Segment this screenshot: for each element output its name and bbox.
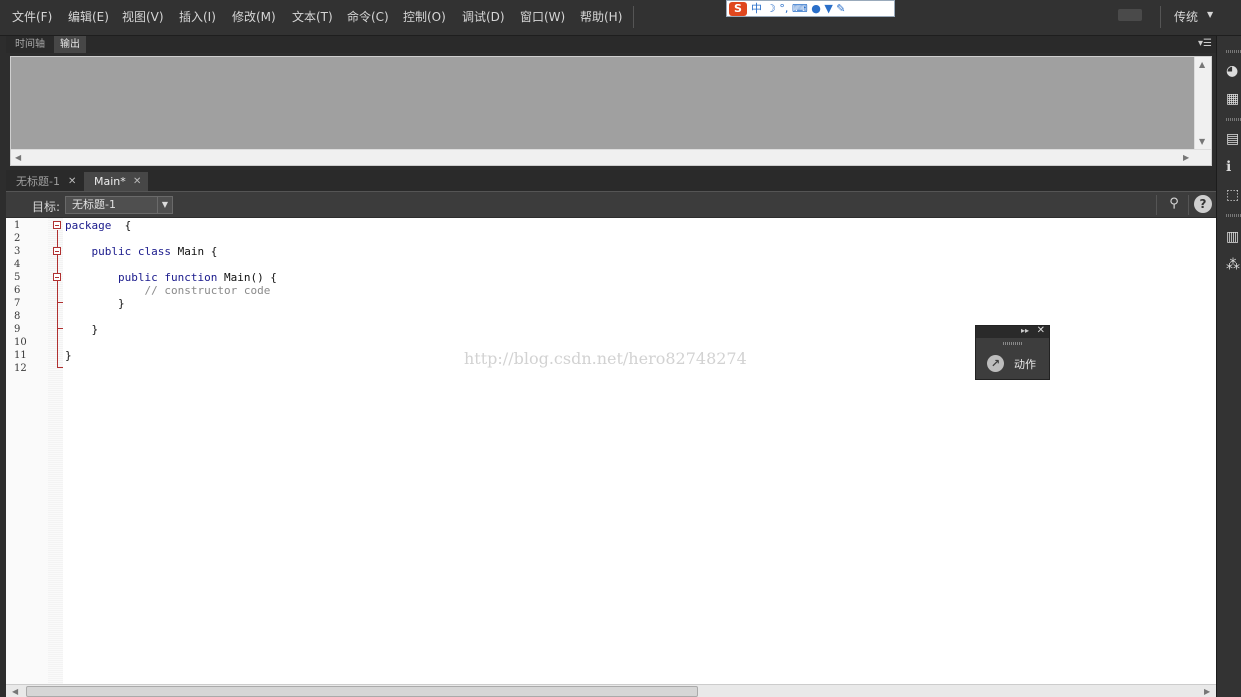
- help-icon[interactable]: ?: [1194, 195, 1212, 213]
- workspace-separator: [1160, 6, 1161, 28]
- target-value: 无标题-1: [72, 198, 116, 211]
- menu-window[interactable]: 窗口(W): [520, 8, 565, 25]
- fold-toggle-icon[interactable]: [53, 273, 61, 281]
- menu-file[interactable]: 文件(F): [12, 8, 52, 25]
- fold-end: [58, 302, 63, 303]
- scroll-left-icon[interactable]: ◀: [15, 153, 21, 162]
- output-vertical-scrollbar[interactable]: ▲ ▼: [1194, 57, 1211, 150]
- panel-grip[interactable]: [1226, 214, 1241, 217]
- scroll-up-icon[interactable]: ▲: [1199, 60, 1205, 69]
- scroll-left-icon[interactable]: ◀: [12, 687, 18, 696]
- scroll-right-icon[interactable]: ▶: [1204, 687, 1210, 696]
- fold-end: [57, 367, 63, 368]
- menu-bar: 文件(F) 编辑(E) 视图(V) 插入(I) 修改(M) 文本(T) 命令(C…: [0, 0, 1241, 36]
- line-number: 1: [14, 220, 21, 231]
- actions-button-label[interactable]: 动作: [1014, 356, 1036, 372]
- ime-logo-icon: S: [729, 1, 747, 16]
- code-editor[interactable]: 1 2 3 4 5 6 7 8 9 10 11 12 package { pub…: [6, 218, 1216, 684]
- fold-gutter: [48, 218, 63, 684]
- line-number: 11: [14, 350, 27, 361]
- expand-icon[interactable]: ▸▸: [1021, 326, 1029, 335]
- menu-view[interactable]: 视图(V): [122, 8, 164, 25]
- line-number: 9: [14, 324, 21, 335]
- tab-label: Main*: [94, 175, 126, 188]
- menu-control[interactable]: 控制(O): [403, 8, 446, 25]
- panel-header[interactable]: ▸▸ ✕: [976, 325, 1049, 338]
- chevron-down-icon[interactable]: ▼: [157, 197, 172, 213]
- output-area[interactable]: ▲ ▼ ◀ ▶: [10, 56, 1212, 166]
- line-number: 6: [14, 285, 21, 296]
- ime-mode[interactable]: 中: [751, 2, 762, 16]
- line-number-gutter: 1 2 3 4 5 6 7 8 9 10 11 12: [6, 218, 48, 684]
- toolbar-separator: [1188, 195, 1189, 215]
- code-line: // constructor code: [144, 284, 271, 297]
- fold-toggle-icon[interactable]: [53, 221, 61, 229]
- code-line: public class Main {: [91, 245, 218, 258]
- chevron-down-icon[interactable]: ▼: [1207, 10, 1213, 19]
- line-number: 4: [14, 259, 21, 270]
- line-number: 8: [14, 311, 21, 322]
- transform-icon[interactable]: ⬚: [1226, 188, 1241, 202]
- close-icon[interactable]: ✕: [68, 172, 76, 191]
- close-icon[interactable]: ✕: [1037, 325, 1045, 336]
- editor-horizontal-scrollbar[interactable]: ◀ ▶: [6, 684, 1216, 697]
- scroll-thumb[interactable]: [26, 686, 698, 697]
- output-horizontal-scrollbar[interactable]: ◀ ▶: [11, 149, 1211, 165]
- swatches-icon[interactable]: ▦: [1226, 92, 1241, 106]
- actions-icon[interactable]: ↗: [987, 355, 1004, 372]
- library-icon[interactable]: ▥: [1226, 230, 1241, 244]
- menu-insert[interactable]: 插入(I): [179, 8, 216, 25]
- code-line: }: [65, 349, 72, 362]
- line-number: 10: [14, 337, 27, 348]
- tab-main[interactable]: Main* ✕: [84, 172, 148, 191]
- tab-timeline[interactable]: 时间轴: [9, 36, 51, 53]
- scroll-down-icon[interactable]: ▼: [1199, 137, 1205, 146]
- tab-output[interactable]: 输出: [54, 36, 86, 53]
- menu-text[interactable]: 文本(T): [292, 8, 333, 25]
- align-icon[interactable]: ▤: [1226, 132, 1241, 146]
- panel-grip[interactable]: [1226, 50, 1241, 53]
- right-panel-strip: ◕ ▦ ▤ ℹ ⬚ ▥ ⁂: [1216, 36, 1241, 697]
- color-palette-icon[interactable]: ◕: [1226, 64, 1241, 78]
- close-icon[interactable]: ✕: [133, 172, 141, 191]
- fold-toggle-icon[interactable]: [53, 247, 61, 255]
- line-number: 12: [14, 363, 27, 374]
- menu-help[interactable]: 帮助(H): [580, 8, 622, 25]
- menu-modify[interactable]: 修改(M): [232, 8, 276, 25]
- code-line: }: [117, 297, 125, 310]
- tab-untitled[interactable]: 无标题-1 ✕: [6, 172, 83, 191]
- ime-tools-icon[interactable]: ☽ °, ⌨ ● ▼ ✎: [766, 2, 846, 16]
- info-icon[interactable]: ℹ: [1226, 160, 1241, 174]
- menu-commands[interactable]: 命令(C): [347, 8, 389, 25]
- target-select[interactable]: 无标题-1 ▼: [65, 196, 173, 214]
- components-icon[interactable]: ⁂: [1226, 258, 1241, 272]
- code-line: public function Main() {: [117, 271, 277, 284]
- line-number: 7: [14, 298, 21, 309]
- watermark: http://blog.csdn.net/hero82748274: [464, 349, 747, 368]
- target-toolbar: 目标: 无标题-1 ▼ ⚲ ?: [6, 191, 1216, 217]
- toolbar-separator: [1156, 195, 1157, 215]
- fold-end: [58, 328, 63, 329]
- code-line: }: [91, 323, 99, 336]
- document-tabbar: 无标题-1 ✕ Main* ✕: [6, 170, 1216, 191]
- menu-separator: [633, 6, 634, 28]
- target-label: 目标:: [32, 200, 61, 214]
- line-number: 2: [14, 233, 21, 244]
- line-number: 5: [14, 272, 21, 283]
- tab-label: 无标题-1: [16, 175, 60, 188]
- scroll-right-icon[interactable]: ▶: [1183, 153, 1189, 162]
- workspace-switcher[interactable]: 传统: [1174, 8, 1198, 25]
- menu-edit[interactable]: 编辑(E): [68, 8, 109, 25]
- panel-menu-icon[interactable]: ▾☰: [1198, 38, 1212, 49]
- menu-debug[interactable]: 调试(D): [462, 8, 505, 25]
- sync-settings-icon[interactable]: [1118, 9, 1142, 21]
- ime-toolbar[interactable]: S 中 ☽ °, ⌨ ● ▼ ✎: [726, 0, 895, 17]
- panel-grip[interactable]: [1226, 118, 1241, 121]
- actions-floating-panel[interactable]: ▸▸ ✕ ↗ 动作: [975, 325, 1050, 380]
- search-icon[interactable]: ⚲: [1165, 195, 1183, 213]
- panel-grip[interactable]: [1003, 342, 1023, 345]
- output-panel-tabbar: 时间轴 输出 ▾☰: [6, 36, 1216, 53]
- line-number: 3: [14, 246, 21, 257]
- code-line: package {: [65, 219, 132, 232]
